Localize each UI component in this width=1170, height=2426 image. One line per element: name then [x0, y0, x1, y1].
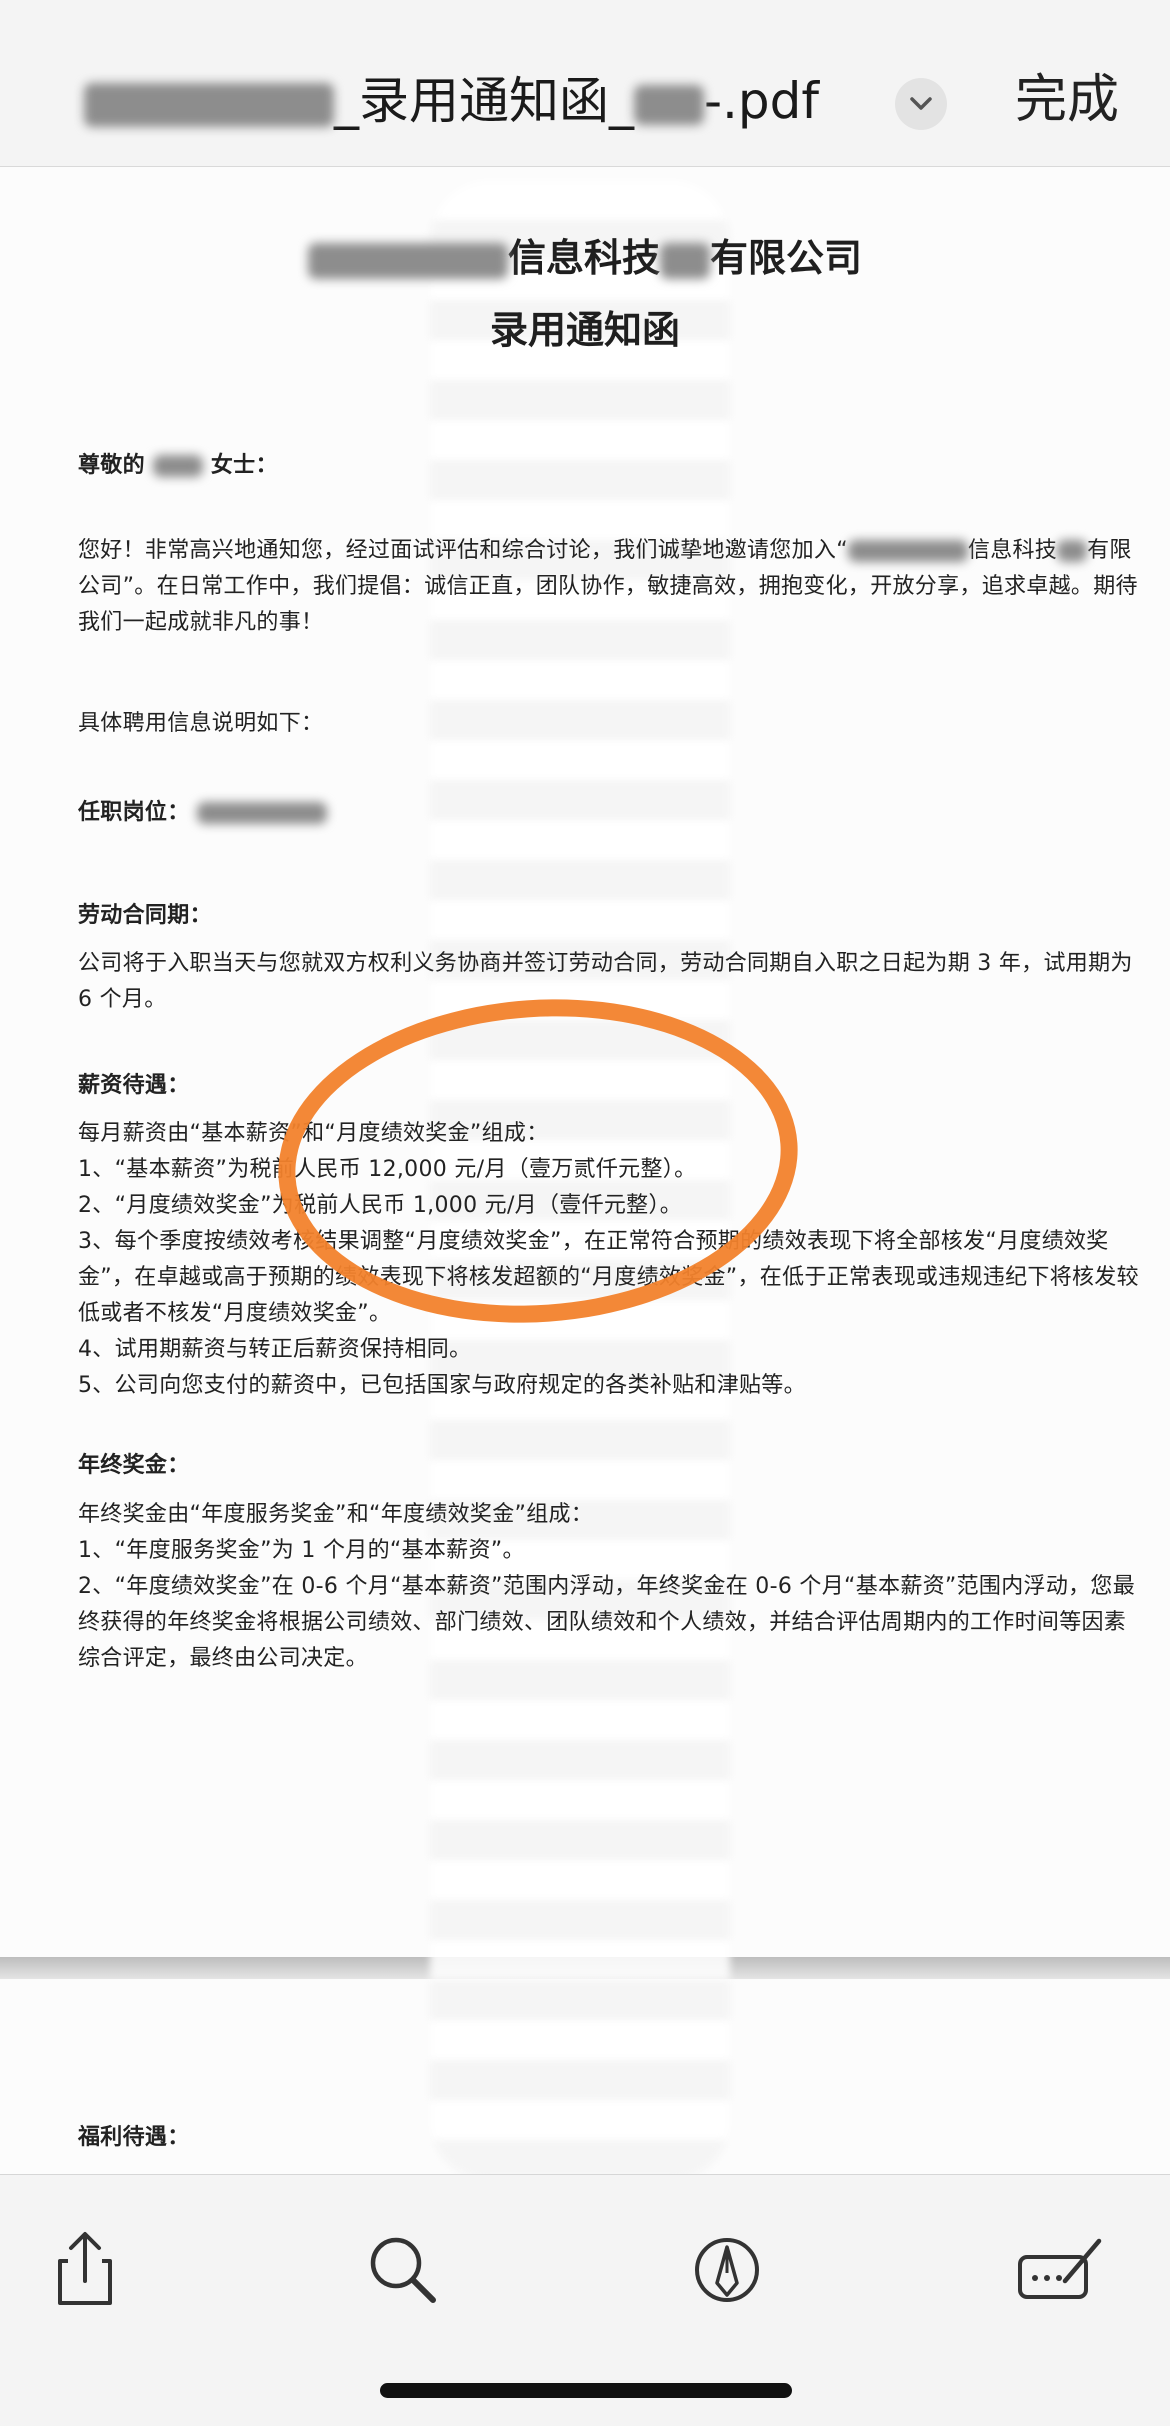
- greeting: 尊敬的 女士：: [78, 453, 278, 478]
- redacted-text: [84, 82, 334, 127]
- done-button[interactable]: 完成: [1015, 64, 1119, 136]
- redacted-text: [197, 802, 328, 824]
- redacted-text: [847, 540, 968, 562]
- page-divider: [0, 1957, 1170, 1979]
- bonus-line: 年终奖金由“年度服务奖金”和“年度绩效奖金”组成：: [78, 1502, 594, 1527]
- signature-icon: [1018, 2238, 1102, 2299]
- file-name-middle: _录用通知函_: [334, 72, 634, 130]
- info-intro: 具体聘用信息说明如下：: [78, 711, 324, 736]
- markup-pen-icon: [695, 2238, 759, 2302]
- redacted-text: [1057, 540, 1088, 562]
- intro-paragraph: 您好！非常高兴地通知您，经过面试评估和综合讨论，我们诚挚地邀请您加入“ 信息科技有…: [78, 538, 1138, 635]
- file-name-end: -.pdf: [704, 72, 820, 130]
- share-button[interactable]: [40, 2223, 130, 2313]
- redacted-text: [307, 242, 508, 279]
- bonus-line: 1、“年度服务奖金”为 1 个月的“基本薪资”。: [78, 1538, 525, 1563]
- redacted-text: [634, 84, 704, 125]
- top-bar: _录用通知函_ -.pdf 完成: [0, 0, 1170, 167]
- redacted-text: [152, 455, 203, 477]
- position-line: 任职岗位：: [78, 795, 1143, 831]
- signature-button[interactable]: [1015, 2223, 1105, 2313]
- salary-line: 5、公司向您支付的薪资中，已包括国家与政府规定的各类补贴和津贴等。: [78, 1373, 806, 1398]
- search-button[interactable]: [358, 2223, 448, 2313]
- bonus-list: 年终奖金由“年度服务奖金”和“年度绩效奖金”组成： 1、“年度服务奖金”为 1 …: [78, 1497, 1143, 1677]
- document-title: 录用通知函: [489, 308, 680, 352]
- share-icon: [58, 2232, 112, 2305]
- file-title: _录用通知函_ -.pdf: [84, 66, 819, 136]
- benefits-heading: 福利待遇：: [78, 2125, 190, 2150]
- home-indicator: [380, 2383, 792, 2398]
- contract-heading: 劳动合同期：: [78, 903, 212, 928]
- markup-button[interactable]: [682, 2223, 772, 2313]
- bonus-heading: 年终奖金：: [78, 1453, 190, 1478]
- title-menu-button[interactable]: [895, 78, 947, 130]
- chevron-down-icon: [910, 97, 932, 110]
- bonus-line: 2、“年度绩效奖金”在 0-6 个月“基本薪资”范围内浮动，年终奖金在 0-6 …: [78, 1574, 1136, 1671]
- search-icon: [370, 2237, 436, 2303]
- company-name: 信息科技 有限公司: [0, 228, 1170, 288]
- redacted-text: [660, 242, 710, 279]
- salary-line: 4、试用期薪资与转正后薪资保持相同。: [78, 1337, 472, 1362]
